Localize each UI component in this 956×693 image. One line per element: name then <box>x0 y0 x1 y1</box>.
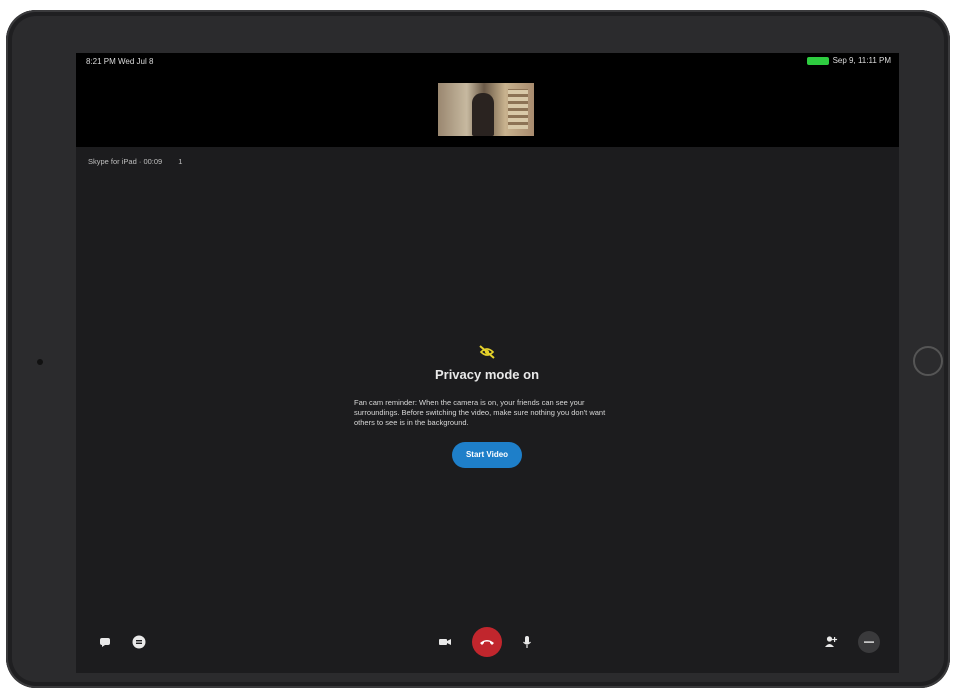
status-bar: 8:21 PM Wed Jul 8 Sep 9, 11:11 PM <box>76 53 899 69</box>
front-camera <box>37 359 43 365</box>
home-button[interactable] <box>913 346 943 376</box>
ellipsis-icon[interactable] <box>858 631 880 653</box>
background-shelf <box>508 89 528 129</box>
microphone-icon[interactable] <box>516 631 538 653</box>
start-video-button[interactable]: Start Video <box>451 442 523 468</box>
tablet-frame: 8:21 PM Wed Jul 8 Sep 9, 11:11 PM Skype … <box>6 10 950 688</box>
self-preview[interactable] <box>438 83 534 136</box>
chat-icon[interactable] <box>94 631 116 653</box>
video-icon[interactable] <box>434 631 456 653</box>
participant-count: 1 <box>178 157 183 166</box>
end-call-button[interactable] <box>472 627 502 657</box>
privacy-icon <box>479 345 495 359</box>
end-call-icon <box>480 640 494 645</box>
video-strip <box>76 69 899 147</box>
privacy-body: Fan cam reminder: When the camera is on,… <box>354 398 606 427</box>
privacy-notice: Privacy mode on Fan cam reminder: When t… <box>346 343 628 468</box>
privacy-title: Privacy mode on <box>434 367 540 382</box>
person-silhouette <box>472 93 494 136</box>
add-participant-icon[interactable] <box>820 631 842 653</box>
status-right: Sep 9, 11:11 PM <box>806 56 891 65</box>
call-timer: Skype for iPad · 00:09 <box>88 157 163 166</box>
more-options-icon[interactable] <box>128 631 150 653</box>
call-info: Skype for iPad · 00:09 1 <box>88 157 182 166</box>
status-time: 8:21 PM Wed Jul 8 <box>86 57 154 66</box>
stage: 8:21 PM Wed Jul 8 Sep 9, 11:11 PM Skype … <box>0 0 956 693</box>
app-screen: 8:21 PM Wed Jul 8 Sep 9, 11:11 PM Skype … <box>76 53 899 673</box>
battery-icon <box>806 56 829 65</box>
status-date: Sep 9, 11:11 PM <box>832 56 891 65</box>
